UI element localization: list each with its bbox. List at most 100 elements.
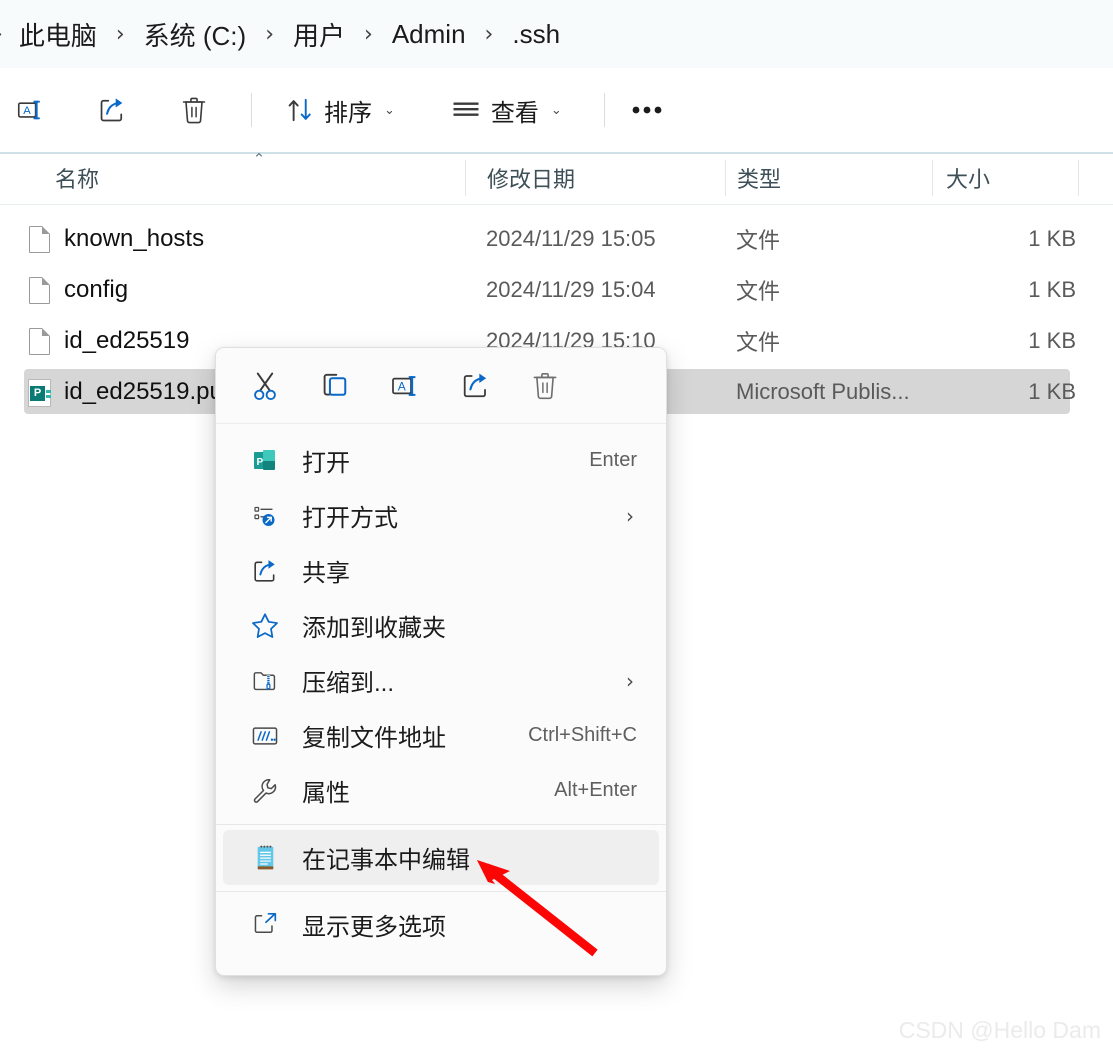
context-menu-divider: [216, 891, 666, 892]
context-menu-item-compress-to[interactable]: 压缩到... ›: [223, 653, 659, 708]
breadcrumb-item-users[interactable]: 用户: [291, 14, 347, 55]
context-menu-item-share[interactable]: 共享: [223, 543, 659, 598]
table-row[interactable]: config 2024/11/29 15:04 文件 1 KB: [24, 267, 1076, 312]
cut-icon: [249, 369, 281, 403]
chevron-down-icon: ⌄: [384, 102, 395, 118]
context-menu-item-copy-file-path[interactable]: 复制文件地址 Ctrl+Shift+C: [223, 708, 659, 763]
open-with-icon: [248, 499, 282, 533]
view-label: 查看: [490, 99, 539, 127]
rename-icon: A: [389, 370, 421, 402]
breadcrumb-item-ssh[interactable]: .ssh: [510, 17, 562, 52]
file-name: id_ed25519: [64, 326, 190, 354]
breadcrumb-bar: › 此电脑 › 系统 (C:) › 用户 › Admin › .ssh: [0, 0, 1113, 68]
column-divider-3[interactable]: [932, 160, 933, 196]
copy-path-icon: [248, 719, 282, 753]
notepad-icon: [248, 841, 282, 875]
share-icon: [459, 370, 492, 401]
copy-button[interactable]: [300, 360, 370, 412]
trash-icon: [530, 369, 560, 402]
toolbar-divider-2: [603, 93, 605, 127]
context-menu-item-label: 在记事本中编辑: [302, 847, 470, 874]
publisher-icon-letter: P: [30, 386, 45, 401]
sort-button[interactable]: 排序 ⌄: [274, 86, 407, 134]
column-divider-2[interactable]: [725, 160, 726, 196]
document-icon: [26, 277, 52, 305]
file-size: 1 KB: [1028, 276, 1076, 302]
view-icon: [451, 97, 481, 123]
chevron-right-icon: ›: [626, 503, 634, 528]
context-menu-item-label: 复制文件地址: [302, 725, 446, 752]
column-header-name-label: 名称: [55, 167, 100, 192]
star-icon: [248, 609, 282, 643]
sort-icon: [286, 96, 314, 124]
show-more-icon: [248, 908, 282, 942]
share-button[interactable]: [84, 86, 140, 134]
file-size: 1 KB: [1028, 225, 1076, 251]
file-name: id_ed25519.pub: [64, 377, 237, 405]
column-header-date[interactable]: 修改日期: [487, 152, 717, 204]
context-menu-item-edit-in-notepad[interactable]: 在记事本中编辑: [223, 830, 659, 885]
delete-button[interactable]: [166, 86, 222, 134]
copy-icon: [319, 370, 351, 402]
context-menu-item-add-to-favorites[interactable]: 添加到收藏夹: [223, 598, 659, 653]
file-date: 2024/11/29 15:04: [486, 276, 656, 302]
context-menu-item-accelerator: Ctrl+Shift+C: [528, 724, 637, 746]
chevron-down-icon: ⌄: [550, 102, 562, 118]
share-icon: [248, 554, 282, 588]
command-toolbar: A 排序 ⌄ 查看 ⌄: [0, 68, 1113, 152]
column-header-date-label: 修改日期: [487, 167, 576, 192]
rename-button[interactable]: A: [370, 360, 440, 412]
file-type: 文件: [736, 278, 781, 304]
wrench-icon: [248, 774, 282, 808]
column-header-size[interactable]: 大小: [946, 152, 1066, 204]
context-menu-item-label: 压缩到...: [302, 670, 395, 697]
share-icon: [96, 95, 128, 125]
publisher-icon: P: [248, 444, 282, 478]
share-button[interactable]: [440, 360, 510, 412]
column-divider-1[interactable]: [465, 160, 466, 196]
context-menu: A P 打开 Enter 打开方式 › 共享 添加到收藏夹 压缩到... › 复…: [215, 347, 667, 976]
file-type: 文件: [736, 329, 781, 355]
context-menu-item-label: 打开方式: [302, 505, 398, 532]
context-menu-item-accelerator: Alt+Enter: [554, 779, 637, 801]
column-header-type[interactable]: 类型: [737, 152, 917, 204]
context-menu-item-label: 显示更多选项: [302, 914, 446, 941]
breadcrumb-separator: ›: [364, 21, 373, 47]
view-button[interactable]: 查看 ⌄: [439, 86, 574, 134]
context-menu-divider: [216, 824, 666, 825]
column-header-size-label: 大小: [946, 167, 991, 192]
context-menu-item-open-with[interactable]: 打开方式 ›: [223, 488, 659, 543]
file-size: 1 KB: [1028, 378, 1076, 404]
file-name: config: [64, 275, 129, 303]
chevron-right-icon: ›: [626, 668, 634, 693]
rename-button[interactable]: A: [2, 86, 58, 134]
ellipsis-icon: [630, 104, 664, 116]
breadcrumb-separator: ›: [115, 21, 125, 47]
context-menu-icon-bar: A: [216, 348, 666, 424]
column-header-type-label: 类型: [737, 167, 782, 192]
context-menu-item-properties[interactable]: 属性 Alt+Enter: [223, 763, 659, 818]
more-options-button[interactable]: [619, 86, 675, 134]
zip-folder-icon: [248, 664, 282, 698]
file-name: known_hosts: [64, 224, 205, 252]
context-menu-item-open[interactable]: P 打开 Enter: [223, 433, 659, 488]
file-date: 2024/11/29 15:05: [486, 225, 656, 251]
svg-text:A: A: [23, 105, 31, 117]
column-divider-4[interactable]: [1078, 160, 1079, 196]
rename-icon: A: [15, 95, 45, 125]
context-menu-item-accelerator: Enter: [589, 449, 637, 471]
breadcrumb-separator: ›: [484, 21, 494, 47]
breadcrumb-item-system-c[interactable]: 系统 (C:): [142, 14, 249, 55]
document-icon: [26, 328, 52, 356]
cut-button[interactable]: [230, 360, 300, 412]
publisher-icon: P: [26, 379, 52, 407]
breadcrumb-item-admin[interactable]: Admin: [390, 17, 468, 52]
breadcrumb-item-this-pc[interactable]: 此电脑: [17, 14, 99, 55]
table-row[interactable]: known_hosts 2024/11/29 15:05 文件 1 KB: [24, 216, 1076, 261]
file-type: 文件: [736, 227, 781, 253]
context-menu-item-show-more-options[interactable]: 显示更多选项: [223, 897, 659, 952]
file-size: 1 KB: [1028, 327, 1076, 353]
watermark-text: CSDN @Hello Dam: [898, 1017, 1101, 1043]
delete-button[interactable]: [510, 360, 580, 412]
context-menu-item-label: 打开: [302, 450, 350, 477]
